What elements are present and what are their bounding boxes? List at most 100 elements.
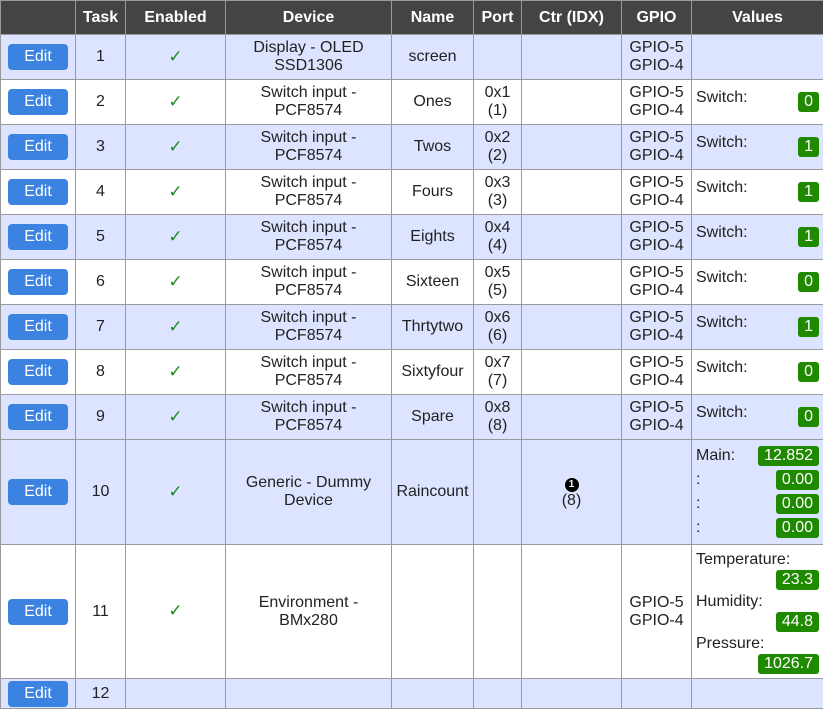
device-line-2: PCF8574 (275, 282, 343, 299)
value-row: Switch:0 (696, 350, 819, 394)
edit-button[interactable]: Edit (8, 134, 68, 160)
header-gpio: GPIO (622, 1, 692, 35)
enabled-check-icon: ✓ (168, 182, 182, 201)
device-line-1: Switch input - (260, 219, 356, 236)
enabled-check-icon: ✓ (168, 92, 182, 111)
value-badge: 1026.7 (758, 654, 819, 674)
value-badge: 1 (798, 137, 819, 157)
port-dec: (3) (488, 192, 508, 209)
value-label: : (696, 519, 700, 537)
edit-button[interactable]: Edit (8, 359, 68, 385)
edit-button[interactable]: Edit (8, 314, 68, 340)
edit-button[interactable]: Edit (8, 44, 68, 70)
gpio-line-1: GPIO-5 (629, 84, 683, 101)
value-row: :0.00 (696, 516, 819, 540)
ctr-idx-cell (522, 170, 622, 215)
values-cell: Switch:1 (692, 170, 823, 215)
device-line-1: Switch input - (260, 264, 356, 281)
value-label: Switch: (696, 134, 748, 152)
header-enabled: Enabled (126, 1, 226, 35)
value-label: Temperature: (696, 549, 819, 570)
enabled-check-icon: ✓ (168, 482, 182, 501)
value-row: 44.8 (696, 612, 819, 633)
value-label: Switch: (696, 224, 748, 242)
enabled-check-icon: ✓ (168, 47, 182, 66)
ctr-idx-cell (522, 350, 622, 395)
device-line-1: Switch input - (260, 84, 356, 101)
device-cell: Switch input -PCF8574 (226, 350, 392, 395)
device-line-1: Switch input - (260, 399, 356, 416)
value-row: 23.3 (696, 570, 819, 591)
gpio-line-2: GPIO-4 (629, 147, 683, 164)
device-line-2: PCF8574 (275, 192, 343, 209)
edit-button[interactable]: Edit (8, 269, 68, 295)
values-cell: Switch:0 (692, 350, 823, 395)
edit-button[interactable]: Edit (8, 224, 68, 250)
values-cell: Switch:0 (692, 260, 823, 305)
gpio-cell: GPIO-5GPIO-4 (622, 35, 692, 80)
value-badge: 0 (798, 407, 819, 427)
task-number: 11 (76, 545, 126, 679)
edit-button[interactable]: Edit (8, 404, 68, 430)
port-cell (474, 35, 522, 80)
enabled-check-icon: ✓ (168, 272, 182, 291)
value-row: Switch:1 (696, 170, 819, 214)
ctr-idx-cell (522, 260, 622, 305)
gpio-cell: GPIO-5GPIO-4 (622, 80, 692, 125)
ctr-idx-cell (522, 395, 622, 440)
device-cell: Switch input -PCF8574 (226, 170, 392, 215)
device-line-2: Device (284, 492, 333, 509)
port-dec: (6) (488, 327, 508, 344)
edit-button[interactable]: Edit (8, 89, 68, 115)
gpio-line-2: GPIO-4 (629, 192, 683, 209)
ctr-idx-cell (522, 545, 622, 679)
port-cell (474, 440, 522, 545)
value-row: Switch:1 (696, 215, 819, 259)
value-label: Switch: (696, 269, 748, 287)
table-row-task-12: Edit 12 (1, 679, 823, 709)
task-name: Fours (392, 170, 474, 215)
header-values: Values (692, 1, 823, 35)
edit-button[interactable]: Edit (8, 179, 68, 205)
device-cell: Environment -BMx280 (226, 545, 392, 679)
ctr-idx-cell: 1(8) (522, 440, 622, 545)
value-label: Main: (696, 447, 735, 465)
values-cell: Switch: 1 (692, 125, 823, 170)
task-number: 12 (76, 679, 126, 709)
gpio-line-2: GPIO-4 (629, 327, 683, 344)
gpio-line-2: GPIO-4 (629, 57, 683, 74)
task-name: Ones (392, 80, 474, 125)
gpio-line-1: GPIO-5 (629, 174, 683, 191)
ctr-idx-cell (522, 125, 622, 170)
table-header-row: Task Enabled Device Name Port Ctr (IDX) … (1, 1, 823, 35)
edit-button[interactable]: Edit (8, 479, 68, 505)
values-cell: Switch:0 (692, 80, 823, 125)
port-dec: (4) (488, 237, 508, 254)
device-line-1: Switch input - (260, 354, 356, 371)
value-label: : (696, 495, 700, 513)
port-dec: (5) (488, 282, 508, 299)
edit-button[interactable]: Edit (8, 681, 68, 707)
table-row-task-11: Edit 11 ✓ Environment -BMx280 GPIO-5GPIO… (1, 545, 823, 679)
value-badge: 1 (798, 317, 819, 337)
value-label: Switch: (696, 89, 748, 107)
value-label: Switch: (696, 314, 748, 332)
values-cell: Switch: 0 (692, 395, 823, 440)
value-badge: 12.852 (758, 446, 819, 466)
edit-button[interactable]: Edit (8, 599, 68, 625)
gpio-line-2: GPIO-4 (629, 372, 683, 389)
gpio-cell (622, 440, 692, 545)
header-name: Name (392, 1, 474, 35)
port-hex: 0x7 (485, 354, 511, 371)
header-device: Device (226, 1, 392, 35)
port-hex: 0x6 (485, 309, 511, 326)
header-task: Task (76, 1, 126, 35)
device-cell: Switch input -PCF8574 (226, 305, 392, 350)
gpio-line-1: GPIO-5 (629, 264, 683, 281)
value-label: Switch: (696, 404, 748, 422)
device-line-2: SSD1306 (274, 57, 343, 74)
port-dec: (8) (488, 417, 508, 434)
port-hex: 0x3 (485, 174, 511, 191)
task-number: 4 (76, 170, 126, 215)
task-name: Spare (392, 395, 474, 440)
